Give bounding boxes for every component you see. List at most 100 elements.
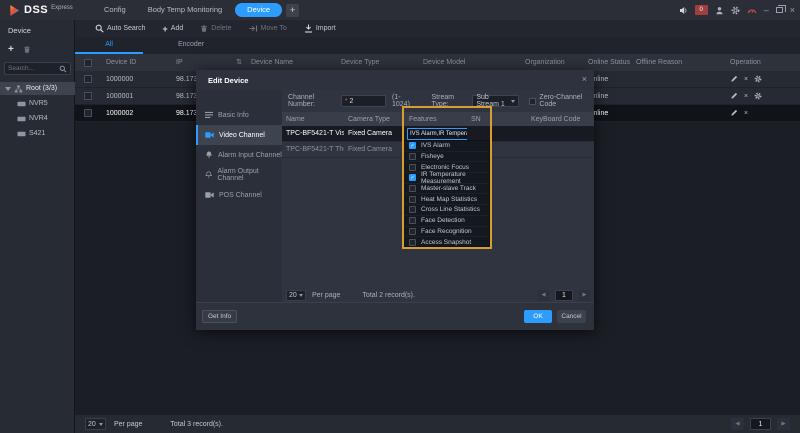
tree-node-root[interactable]: Root (3/3) — [0, 82, 75, 95]
row-checkbox[interactable] — [84, 92, 92, 100]
nav-alarm-input-channel[interactable]: Alarm Input Channel — [196, 145, 282, 165]
user-icon[interactable] — [715, 6, 724, 15]
gear-icon[interactable] — [731, 6, 740, 15]
view-tabs: All Encoder — [75, 37, 800, 54]
alarm-bell-icon — [205, 151, 213, 159]
feature-option-fisheye[interactable]: Fisheye — [403, 152, 489, 163]
add-organization-button[interactable]: + — [8, 44, 14, 55]
trash-icon[interactable] — [23, 45, 31, 54]
stream-type-select[interactable]: Sub Stream 1 — [472, 95, 519, 107]
gauge-icon[interactable] — [747, 6, 757, 15]
col-device-id: Device ID — [100, 54, 170, 71]
row-checkbox[interactable] — [84, 75, 92, 83]
organization-icon — [14, 85, 23, 93]
checkbox-icon[interactable] — [409, 206, 416, 213]
device-icon — [17, 116, 26, 122]
tree-node-device[interactable]: NVR4 — [0, 112, 75, 125]
page-size-select[interactable]: 20 — [85, 418, 106, 430]
chevron-down-icon — [511, 100, 515, 103]
tab-device[interactable]: Device — [235, 3, 282, 17]
delete-icon[interactable]: × — [744, 93, 748, 100]
nav-basic-info[interactable]: Basic Info — [196, 105, 282, 125]
search-input[interactable] — [8, 65, 59, 72]
add-device-button[interactable]: + Add — [163, 24, 184, 34]
feature-option-access-snapshot[interactable]: Access Snapshot — [403, 237, 489, 248]
checkbox-icon[interactable] — [409, 239, 416, 246]
prev-page-button[interactable]: ◀ — [731, 418, 744, 430]
delete-device-button[interactable]: Delete — [200, 24, 231, 33]
nav-pos-channel[interactable]: POS Channel — [196, 185, 282, 205]
checkbox-icon[interactable] — [409, 217, 416, 224]
trash-icon — [200, 24, 208, 33]
edit-icon[interactable] — [730, 92, 738, 100]
checkbox-checked-icon[interactable]: ✓ — [409, 174, 416, 181]
channel-number-range: (1-1024) — [392, 94, 416, 108]
nav-video-channel[interactable]: Video Channel — [196, 125, 282, 145]
tab-all[interactable]: All — [75, 37, 143, 54]
next-page-button[interactable]: ▶ — [777, 418, 790, 430]
zero-channel-checkbox[interactable] — [529, 98, 536, 105]
current-page[interactable]: 1 — [750, 418, 771, 430]
checkbox-icon[interactable] — [409, 185, 416, 192]
tab-encoder[interactable]: Encoder — [143, 37, 239, 54]
feature-option-ir-temperature[interactable]: ✓ IR Temperature Measurement — [403, 173, 489, 184]
import-button[interactable]: Import — [304, 24, 336, 33]
feature-option-heat-map[interactable]: Heat Map Statistics — [403, 194, 489, 205]
zero-channel-label: Zero-Channel Code — [539, 94, 594, 108]
speaker-icon[interactable] — [679, 6, 688, 15]
new-tab-button[interactable]: + — [286, 4, 299, 17]
checkbox-checked-icon[interactable]: ✓ — [409, 142, 416, 149]
feature-option-face-detection[interactable]: Face Detection — [403, 216, 489, 227]
select-all-checkbox[interactable] — [84, 59, 92, 67]
tree-node-device[interactable]: S421 — [0, 127, 75, 140]
prev-page-button[interactable]: ◀ — [538, 290, 549, 301]
pager: ◀ 1 ▶ — [538, 290, 590, 301]
per-page-label: Per page — [312, 292, 340, 299]
delete-icon[interactable]: × — [744, 76, 748, 83]
plus-icon: + — [290, 5, 295, 15]
required-asterisk: * — [345, 98, 348, 105]
feature-option-ivs-alarm[interactable]: ✓ IVS Alarm — [403, 141, 489, 152]
next-page-button[interactable]: ▶ — [579, 290, 590, 301]
close-icon[interactable]: × — [582, 74, 587, 84]
channel-number-input[interactable]: * 2 — [341, 95, 386, 107]
settings-icon[interactable] — [754, 75, 762, 83]
pager: ◀ 1 ▶ — [731, 418, 790, 430]
features-select[interactable]: IVS Alarm,IR Tempera... — [407, 128, 467, 140]
row-checkbox[interactable] — [84, 109, 92, 117]
checkbox-icon[interactable] — [409, 153, 416, 160]
col-device-name: Device Name — [245, 54, 335, 71]
checkbox-icon[interactable] — [409, 164, 416, 171]
search-icon — [59, 65, 67, 73]
sort-icon[interactable]: ⇅ — [236, 58, 242, 66]
edit-icon[interactable] — [730, 75, 738, 83]
checkbox-icon[interactable] — [409, 228, 416, 235]
move-to-button[interactable]: Move To — [249, 24, 287, 33]
alarm-count-badge[interactable]: 0 — [695, 5, 708, 15]
nav-alarm-output-channel[interactable]: Alarm Output Channel — [196, 165, 282, 185]
settings-icon[interactable] — [754, 92, 762, 100]
checkbox-icon[interactable] — [409, 196, 416, 203]
restore-button[interactable] — [776, 7, 783, 13]
dss-express-window: DSS Express Config Body Temp Monitoring … — [0, 0, 800, 433]
cancel-button[interactable]: Cancel — [557, 310, 586, 323]
minimize-button[interactable]: – — [764, 5, 769, 15]
feature-option-face-recognition[interactable]: Face Recognition — [403, 227, 489, 238]
ok-button[interactable]: OK — [524, 310, 552, 323]
delete-icon[interactable]: × — [744, 110, 748, 117]
feature-option-master-slave-track[interactable]: Master-slave Track — [403, 184, 489, 195]
get-info-button[interactable]: Get Info — [202, 310, 237, 323]
page-size-select[interactable]: 20 — [286, 290, 306, 301]
total-records-label: Total 3 record(s). — [170, 421, 223, 428]
alarm-bell-icon — [205, 171, 212, 179]
tab-body-temp-monitoring[interactable]: Body Temp Monitoring — [139, 0, 231, 20]
auto-search-button[interactable]: Auto Search — [95, 24, 146, 33]
feature-option-cross-line[interactable]: Cross Line Statistics — [403, 205, 489, 216]
tree-node-device[interactable]: NVR5 — [0, 97, 75, 110]
current-page[interactable]: 1 — [555, 290, 573, 301]
modal-footer: Get Info OK Cancel — [196, 302, 594, 330]
chevron-down-icon[interactable] — [5, 87, 11, 91]
close-button[interactable]: × — [790, 5, 795, 15]
tab-config[interactable]: Config — [95, 0, 135, 20]
edit-icon[interactable] — [730, 109, 738, 117]
